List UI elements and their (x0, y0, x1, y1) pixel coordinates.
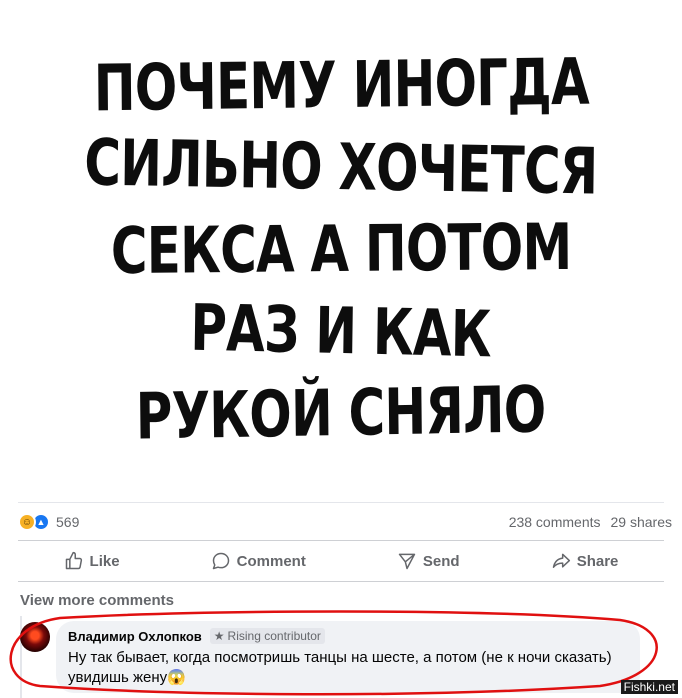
contributor-badge: ★ Rising contributor (209, 628, 325, 644)
poster-text-line: СИЛЬНО ХОЧЕТСЯ (84, 126, 598, 210)
post-actions-bar: Like Comment Send Share (18, 544, 664, 578)
divider (18, 581, 664, 582)
share-icon (552, 553, 570, 568)
comment-author[interactable]: Владимир Охлопков (68, 629, 202, 644)
post-image[interactable]: ПОЧЕМУ ИНОГДА СИЛЬНО ХОЧЕТСЯ СЕКСА А ПОТ… (4, 0, 678, 500)
badge-label: Rising contributor (227, 629, 321, 643)
shares-count-link[interactable]: 29 shares (611, 514, 672, 530)
reactions-summary[interactable]: ☺ ▲ 569 (18, 513, 79, 531)
poster-text-line: ПОЧЕМУ ИНОГДА (93, 45, 589, 127)
reaction-count[interactable]: 569 (56, 514, 79, 530)
comment-label: Comment (236, 552, 306, 570)
post-stats: ☺ ▲ 569 238 comments 29 shares (18, 510, 672, 534)
send-button[interactable]: Send (397, 551, 460, 571)
send-label: Send (422, 552, 460, 570)
comment-icon (212, 552, 229, 570)
view-more-comments-link[interactable]: View more comments (20, 592, 174, 609)
poster-text-line: РУКОЙ СНЯЛО (135, 373, 547, 455)
poster-text-line: РАЗ И КАК (190, 291, 492, 373)
send-icon (398, 553, 416, 570)
comment-text: Ну так бывает, когда посмотришь танцы на… (68, 649, 612, 686)
like-button[interactable]: Like (64, 551, 120, 571)
haha-icon: ☺ (18, 513, 36, 531)
comments-count-link[interactable]: 238 comments (509, 514, 601, 530)
divider (18, 502, 664, 503)
like-label: Like (89, 552, 120, 570)
star-icon: ★ (213, 629, 225, 643)
watermark-label: Fishki.net (620, 680, 678, 694)
thumbs-up-icon (65, 551, 82, 570)
poster-text-line: СЕКСА А ПОТОМ (110, 210, 572, 290)
share-button[interactable]: Share (551, 551, 619, 571)
share-label: Share (576, 552, 619, 570)
comment-button[interactable]: Comment (211, 551, 306, 571)
avatar[interactable] (20, 622, 50, 652)
divider (18, 540, 664, 541)
comment-bubble: Владимир Охлопков ★ Rising contributor Н… (56, 621, 640, 693)
